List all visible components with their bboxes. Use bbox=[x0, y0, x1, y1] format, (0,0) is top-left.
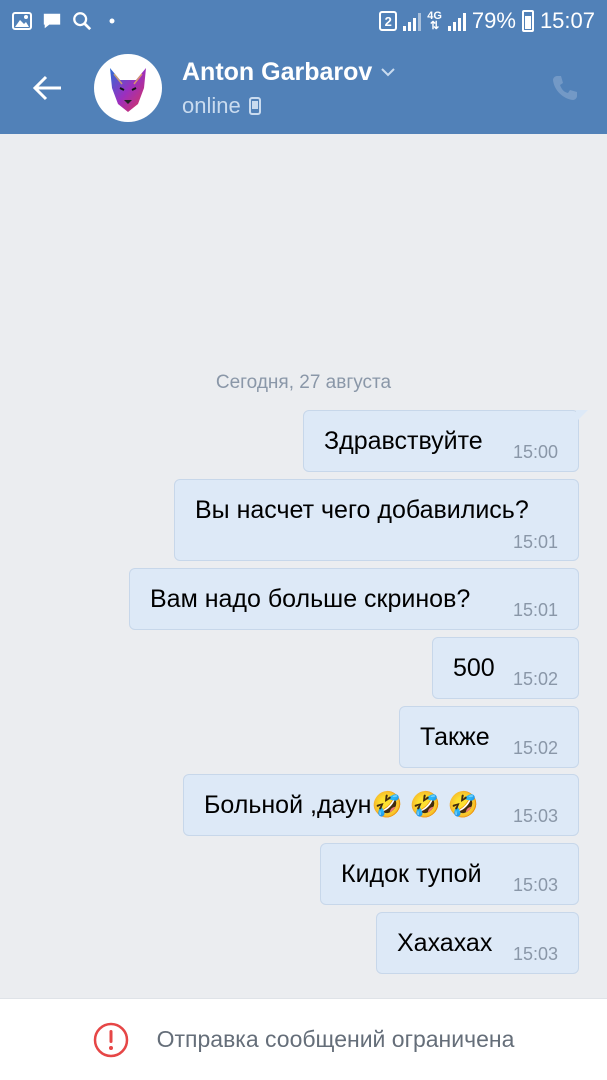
warning-circle-icon bbox=[93, 1022, 128, 1057]
message-text: Хахахах bbox=[397, 929, 493, 957]
message-list[interactable]: Сегодня, 27 августа Здравствуйте 15:00 В… bbox=[0, 134, 607, 998]
message-bubble[interactable]: 500 15:02 bbox=[432, 637, 579, 699]
message-bubble[interactable]: Также 15:02 bbox=[399, 706, 579, 768]
message-text: 500 bbox=[453, 654, 495, 682]
message-text: Также bbox=[420, 723, 490, 751]
mobile-device-icon bbox=[248, 96, 261, 115]
message-time: 15:03 bbox=[512, 875, 558, 895]
message-time: 15:01 bbox=[512, 600, 558, 620]
contact-status: online bbox=[182, 92, 241, 118]
contact-name-row: Anton Garbarov bbox=[182, 58, 396, 87]
message-text: Кидок тупой bbox=[341, 860, 482, 888]
message-bubble[interactable]: Вам надо больше скринов? 15:01 bbox=[129, 568, 579, 630]
contact-info[interactable]: Anton Garbarov online bbox=[182, 58, 396, 119]
sim-badge: 2 bbox=[379, 11, 398, 31]
back-arrow-icon bbox=[32, 75, 61, 101]
battery-percent: 79% bbox=[471, 8, 516, 33]
call-button[interactable] bbox=[549, 72, 581, 104]
network-type-label: 4G bbox=[427, 10, 442, 22]
message-time: 15:03 bbox=[512, 806, 558, 826]
signal-bars-icon bbox=[403, 11, 422, 31]
message-bubble[interactable]: Кидок тупой 15:03 bbox=[320, 843, 579, 905]
date-separator: Сегодня, 27 августа bbox=[215, 372, 392, 393]
network-type: 4G ⇅ bbox=[427, 10, 442, 32]
avatar[interactable] bbox=[94, 54, 162, 122]
search-icon bbox=[72, 12, 92, 31]
message-text: Вы насчет чего добавились? bbox=[195, 496, 529, 524]
back-button[interactable] bbox=[0, 42, 94, 134]
contact-status-row: online bbox=[182, 93, 396, 119]
status-bar: 2 4G ⇅ 79% 15:07 bbox=[0, 0, 607, 42]
message-text: Здравствуйте bbox=[324, 427, 483, 455]
dot-icon bbox=[102, 12, 122, 30]
message-time: 15:03 bbox=[512, 944, 558, 964]
status-bar-notifications bbox=[12, 12, 122, 31]
chevron-down-icon bbox=[381, 68, 396, 77]
restriction-text: Отправка сообщений ограничена bbox=[156, 1026, 515, 1052]
wolf-avatar-icon bbox=[110, 68, 146, 112]
gallery-icon bbox=[12, 12, 32, 30]
message-bubble[interactable]: Здравствуйте 15:00 bbox=[303, 410, 588, 472]
restriction-banner: Отправка сообщений ограничена bbox=[0, 998, 607, 1080]
phone-icon bbox=[553, 76, 577, 100]
message-bubble[interactable]: Вы насчет чего добавились? 15:01 bbox=[174, 479, 579, 561]
signal-bars-icon-2 bbox=[447, 11, 466, 31]
contact-name: Anton Garbarov bbox=[182, 57, 373, 86]
chat-header: Anton Garbarov online bbox=[0, 42, 607, 134]
message-time: 15:01 bbox=[512, 532, 558, 552]
message-bubble[interactable]: Хахахах 15:03 bbox=[376, 912, 579, 974]
message-text: Вам надо больше скринов? bbox=[150, 585, 471, 613]
message-text: Больной ,даун🤣 🤣 🤣 bbox=[204, 791, 479, 819]
message-icon bbox=[42, 12, 62, 30]
message-time: 15:00 bbox=[512, 442, 558, 462]
message-bubble[interactable]: Больной ,даун🤣 🤣 🤣 15:03 bbox=[183, 774, 579, 836]
message-time: 15:02 bbox=[512, 669, 558, 689]
battery-icon bbox=[521, 10, 534, 32]
clock: 15:07 bbox=[539, 8, 595, 33]
status-bar-system: 2 4G ⇅ 79% 15:07 bbox=[379, 8, 595, 34]
message-time: 15:02 bbox=[512, 738, 558, 758]
